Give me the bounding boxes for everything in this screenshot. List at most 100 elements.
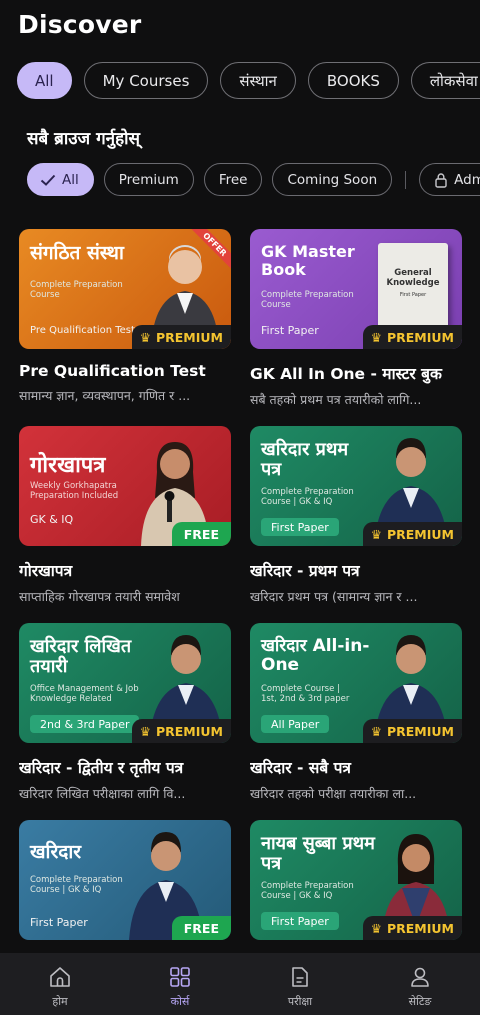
course-card[interactable]: खरिदार प्रथम पत्र Complete Preparation C… [250,426,462,623]
free-badge: FREE [171,916,231,940]
course-thumbnail: नायब सुब्बा प्रथम पत्र Complete Preparat… [250,820,462,940]
crown-icon: ♛ [370,526,382,542]
course-card[interactable]: संगठित संस्था Complete Preparation Cours… [19,229,231,426]
person-icon [411,967,429,987]
nav-label: सेटिङ [408,995,432,1008]
thumb-tag: 2nd & 3rd Paper [30,715,140,733]
nav-item-courses[interactable]: कोर्स [120,953,240,1015]
browse-heading: सबै ब्राउज गर्नुहोस् [27,129,141,149]
filter-chip-premium[interactable]: Premium [103,163,194,196]
category-chip-sansthan[interactable]: संस्थान [220,62,296,99]
filter-chip-coming-soon[interactable]: Coming Soon [272,163,393,196]
badge-label: PREMIUM [155,723,223,739]
thumb-subtitle: Complete Preparation Course | GK & IQ [30,875,123,895]
badge-label: PREMIUM [386,526,454,542]
premium-badge: ♛ PREMIUM [362,522,462,546]
course-card[interactable]: गोरखापत्र Weekly Gorkhapatra Preparation… [19,426,231,623]
badge-label: PREMIUM [386,723,454,739]
course-thumbnail: खरिदार लिखित तयारी Office Management & J… [19,623,231,743]
thumb-title: संगठित संस्था [30,242,124,264]
premium-badge: ♛ PREMIUM [362,916,462,940]
discover-screen: Discover All My Courses संस्थान BOOKS लो… [0,0,480,1015]
thumb-tag: GK & IQ [30,513,74,526]
premium-badge: ♛ PREMIUM [131,325,231,349]
course-card[interactable]: खरिदार All-in-One Complete Course | 1st,… [250,623,462,820]
course-thumbnail: संगठित संस्था Complete Preparation Cours… [19,229,231,349]
thumb-title: खरिदार All-in-One [261,636,370,675]
thumb-title: गोरखापत्र [30,453,106,478]
check-icon [40,174,56,186]
course-title: खरिदार - सबै पत्र [250,759,351,777]
category-chip-all[interactable]: All [17,62,72,99]
lock-icon [435,172,447,188]
category-chips: All My Courses संस्थान BOOKS लोकसेवा [17,62,480,99]
crown-icon: ♛ [139,329,151,345]
course-description: खरिदार लिखित परीक्षाका लागि वि... [19,786,186,801]
filter-chip-all[interactable]: All [27,163,94,196]
badge-label: PREMIUM [155,329,223,345]
course-title: Pre Qualification Test [19,362,206,380]
book-cover: General Knowledge First Paper [378,243,448,329]
thumb-tag: First Paper [261,324,319,337]
thumb-tag: Pre Qualification Test [30,325,135,336]
filter-chip-free[interactable]: Free [203,163,263,196]
filter-chip-admin-label: Admin: [454,171,480,188]
document-icon [292,967,308,987]
thumb-tag: First Paper [261,912,339,930]
thumb-title: GK Master Book [261,242,355,279]
thumb-title: खरिदार लिखित तयारी [30,636,132,677]
course-title: GK All In One - मास्टर बुक [250,365,442,383]
course-description: खरिदार प्रथम पत्र (सामान्य ज्ञान र ... [250,589,418,604]
crown-icon: ♛ [370,329,382,345]
nav-item-home[interactable]: होम [0,953,120,1015]
course-thumbnail: गोरखापत्र Weekly Gorkhapatra Preparation… [19,426,231,546]
thumb-title: खरिदार प्रथम पत्र [261,439,349,480]
crown-icon: ♛ [370,920,382,936]
grid-icon [170,967,190,987]
course-title: खरिदार - द्वितीय र तृतीय पत्र [19,759,184,777]
badge-label: PREMIUM [386,329,454,345]
course-description: सामान्य ज्ञान, व्यवस्थापन, गणित र ... [19,388,191,403]
badge-label: PREMIUM [386,920,454,936]
thumb-subtitle: Complete Preparation Course [30,280,123,300]
crown-icon: ♛ [370,723,382,739]
course-description: सबै तहको प्रथम पत्र तयारीको लागि... [250,392,422,407]
category-chip-loksewa[interactable]: लोकसेवा [410,62,480,99]
nav-label: होम [52,995,68,1008]
course-thumbnail: GK Master Book Complete Preparation Cour… [250,229,462,349]
course-card[interactable]: खरिदार लिखित तयारी Office Management & J… [19,623,231,820]
free-badge: FREE [171,522,231,546]
filter-chip-admin[interactable]: Admin: [419,163,480,196]
book-title: General Knowledge [386,268,440,288]
thumb-tag: First Paper [261,518,339,536]
course-thumbnail: खरिदार All-in-One Complete Course | 1st,… [250,623,462,743]
thumb-subtitle: Complete Preparation Course [261,290,354,310]
course-card[interactable]: GK Master Book Complete Preparation Cour… [250,229,462,426]
course-title: खरिदार - प्रथम पत्र [250,562,360,580]
category-chip-books[interactable]: BOOKS [307,62,399,99]
filter-chips: All Premium Free Coming Soon Admin: [27,163,480,196]
thumb-subtitle: Complete Preparation Course | GK & IQ [261,487,354,507]
thumb-title: नायब सुब्बा प्रथम पत्र [261,833,375,874]
course-thumbnail: खरिदार Complete Preparation Course | GK … [19,820,231,940]
category-chip-my-courses[interactable]: My Courses [83,62,209,99]
filter-divider [405,170,407,189]
filter-chip-label: All [62,171,79,188]
book-subtitle: First Paper [399,291,427,298]
premium-badge: ♛ PREMIUM [362,719,462,743]
thumb-subtitle: Complete Course | 1st, 2nd & 3rd paper [261,684,350,704]
premium-badge: ♛ PREMIUM [362,325,462,349]
course-description: खरिदार तहको परीक्षा तयारीका ला... [250,786,417,801]
course-grid: संगठित संस्था Complete Preparation Cours… [19,229,462,1015]
thumb-tag: First Paper [30,916,88,929]
thumb-title: खरिदार [30,841,82,863]
nav-item-exam[interactable]: परीक्षा [240,953,360,1015]
nav-label: कोर्स [170,995,190,1008]
course-thumbnail: खरिदार प्रथम पत्र Complete Preparation C… [250,426,462,546]
crown-icon: ♛ [139,723,151,739]
page-title: Discover [18,10,142,39]
nav-label: परीक्षा [287,995,313,1008]
nav-item-settings[interactable]: सेटिङ [360,953,480,1015]
thumb-subtitle: Weekly Gorkhapatra Preparation Included [30,481,119,501]
bottom-navigation: होम कोर्स परीक्षा सेटिङ [0,953,480,1015]
